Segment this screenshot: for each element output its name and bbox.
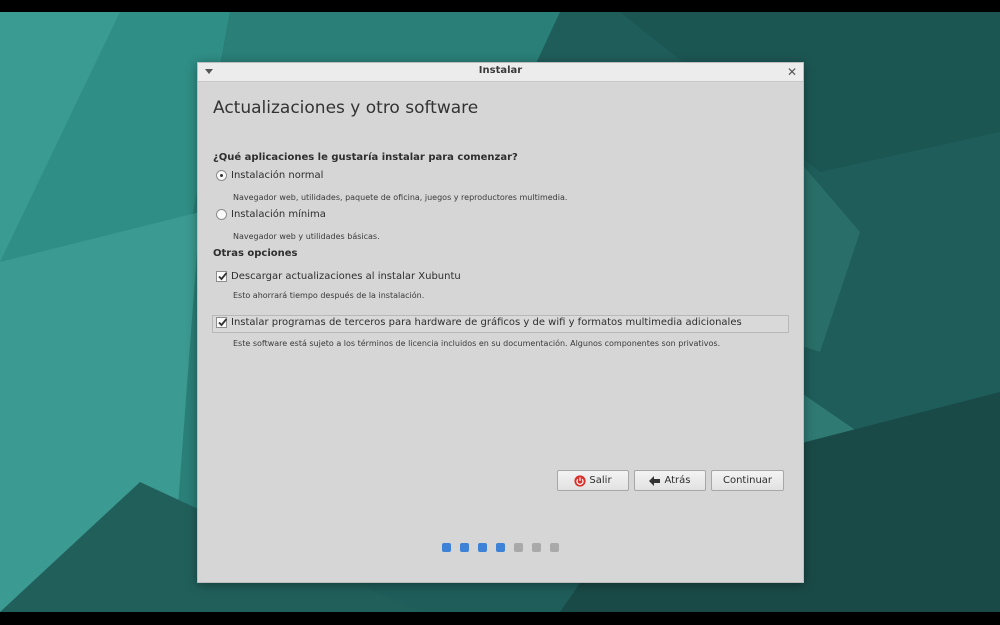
window-titlebar[interactable]: Instalar ✕ xyxy=(198,63,803,82)
continue-button[interactable]: Continuar xyxy=(711,470,784,491)
progress-step-indicator xyxy=(514,543,523,552)
third-party-label: Instalar programas de terceros para hard… xyxy=(231,317,742,328)
power-icon xyxy=(574,474,587,487)
progress-step-indicator xyxy=(442,543,451,552)
radio-normal-install[interactable]: Instalación normal xyxy=(216,170,323,181)
download-updates-description: Esto ahorrará tiempo después de la insta… xyxy=(233,291,425,300)
checkbox-checked[interactable] xyxy=(216,271,228,282)
progress-step-indicator xyxy=(478,543,487,552)
normal-install-description: Navegador web, utilidades, paquete de of… xyxy=(233,193,568,202)
quit-button-label: Salir xyxy=(589,475,612,486)
page-title: Actualizaciones y otro software xyxy=(213,98,479,118)
progress-step-indicator xyxy=(460,543,469,552)
progress-step-indicator xyxy=(532,543,541,552)
radio-normal-label: Instalación normal xyxy=(231,170,324,181)
download-updates-label: Descargar actualizaciones al instalar Xu… xyxy=(231,271,461,282)
progress-step-indicator xyxy=(496,543,505,552)
progress-dots xyxy=(442,543,559,552)
radio-minimal-label: Instalación mínima xyxy=(231,209,326,220)
radio-button[interactable] xyxy=(216,209,227,220)
installer-window: Instalar ✕ Actualizaciones y otro softwa… xyxy=(197,62,804,583)
quit-button[interactable]: Salir xyxy=(557,470,629,491)
progress-step-indicator xyxy=(550,543,559,552)
checkbox-checked[interactable] xyxy=(216,317,228,328)
checkbox-download-updates[interactable]: Descargar actualizaciones al instalar Xu… xyxy=(216,271,461,282)
window-title: Instalar xyxy=(478,65,523,76)
radio-minimal-install[interactable]: Instalación mínima xyxy=(216,209,326,220)
back-button-label: Atrás xyxy=(664,475,691,486)
checkbox-third-party[interactable]: Instalar programas de terceros para hard… xyxy=(216,317,742,328)
checkmark-icon xyxy=(218,318,228,327)
checkmark-icon xyxy=(218,272,228,281)
third-party-description: Este software está sujeto a los términos… xyxy=(233,339,721,348)
back-button[interactable]: Atrás xyxy=(634,470,706,491)
other-options-heading: Otras opciones xyxy=(213,248,298,259)
arrow-left-icon xyxy=(649,475,661,486)
minimal-install-description: Navegador web y utilidades básicas. xyxy=(233,232,380,241)
continue-button-label: Continuar xyxy=(722,475,773,486)
close-icon[interactable]: ✕ xyxy=(787,64,797,80)
radio-button-selected[interactable] xyxy=(216,170,227,181)
install-question: ¿Qué aplicaciones le gustaría instalar p… xyxy=(213,152,518,163)
